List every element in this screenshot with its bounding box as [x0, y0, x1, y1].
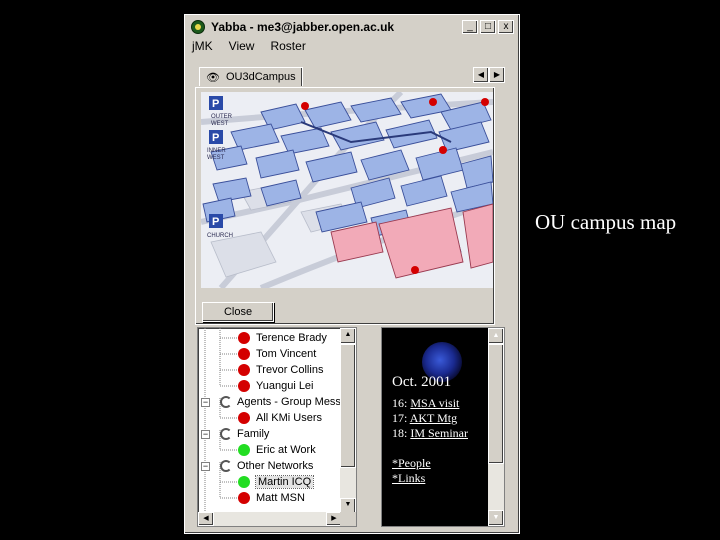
event-link-akt-mtg[interactable]: AKT Mtg: [410, 411, 457, 425]
map-label-outer: OUTER: [211, 114, 233, 120]
contact-name: Terence Brady: [256, 332, 327, 344]
minimize-button[interactable]: _: [462, 20, 478, 34]
map-parking-1: P: [212, 98, 219, 110]
news-scroll-thumb[interactable]: [488, 344, 504, 464]
yabba-window: Yabba - me3@jabber.open.ac.uk _ □ x jMK …: [184, 14, 520, 534]
eye-icon: 👁︎: [206, 71, 220, 84]
group-name: Agents - Group Messeng: [237, 396, 357, 408]
news-panel: Oct. 2001 16: MSA visit 17: AKT Mtg 18: …: [381, 327, 505, 527]
collapse-icon[interactable]: −: [201, 461, 210, 471]
roster-group[interactable]: − Family: [201, 426, 269, 442]
yabba-app-icon: [191, 20, 205, 34]
close-window-button[interactable]: x: [498, 20, 514, 34]
group-icon: [220, 396, 232, 408]
roster-contact[interactable]: Yuangui Lei: [238, 378, 314, 394]
roster-list: Terence Brady Tom Vincent Trevor Collins…: [198, 328, 357, 514]
group-name: Family: [237, 428, 270, 440]
links-link[interactable]: *Links: [392, 471, 425, 486]
group-icon: [220, 460, 232, 472]
offline-status-icon: [238, 492, 250, 504]
roster-scroll-thumb[interactable]: [340, 344, 356, 468]
map-parking-3: P: [212, 216, 219, 228]
scroll-up-button[interactable]: ▲: [340, 328, 356, 344]
roster-horizontal-scrollbar[interactable]: ◀ ▶: [198, 512, 342, 526]
window-title: Yabba - me3@jabber.open.ac.uk: [211, 20, 395, 34]
title-bar[interactable]: Yabba - me3@jabber.open.ac.uk _ □ x: [187, 17, 517, 37]
contact-name: Martin ICQ: [254, 475, 315, 489]
close-button[interactable]: Close: [202, 302, 274, 322]
contact-name: Tom Vincent: [256, 348, 317, 360]
event-day: 17:: [392, 411, 408, 425]
tab-scroll-left-button[interactable]: ◀: [473, 67, 489, 83]
news-title: Oct. 2001: [392, 374, 452, 390]
news-event: 16: MSA visit: [392, 396, 459, 411]
map-label-west-2: WEST: [207, 155, 225, 161]
offline-status-icon: [238, 380, 250, 392]
campus-map-drawing: P P P OUTER WEST INNER WEST CHURCH: [201, 92, 493, 288]
offline-status-icon: [238, 332, 250, 344]
scrollbar-corner: [340, 512, 356, 526]
online-status-icon: [238, 444, 250, 456]
event-day: 18:: [392, 426, 408, 440]
roster-contact[interactable]: Matt MSN: [238, 490, 305, 506]
map-label-inner: INNER: [207, 148, 226, 154]
contact-name: Eric at Work: [256, 444, 316, 456]
scroll-left-button[interactable]: ◀: [198, 512, 214, 526]
menu-bar: jMK View Roster: [189, 39, 309, 57]
offline-status-icon: [238, 412, 250, 424]
collapse-icon[interactable]: −: [201, 429, 210, 439]
map-parking-2: P: [212, 132, 219, 144]
collapse-icon[interactable]: −: [201, 397, 210, 407]
menu-view[interactable]: View: [226, 39, 258, 57]
news-event: 18: IM Seminar: [392, 426, 468, 441]
event-link-im-seminar[interactable]: IM Seminar: [410, 426, 468, 440]
roster-vertical-scrollbar[interactable]: ▲ ▼: [340, 328, 356, 514]
offline-status-icon: [238, 364, 250, 376]
offline-status-icon: [238, 348, 250, 360]
contact-name: Matt MSN: [256, 492, 305, 504]
tab-panel: P P P OUTER WEST INNER WEST CHURCH Close: [195, 87, 495, 325]
tab-label: OU3dCampus: [225, 71, 296, 83]
tab-scroll-right-button[interactable]: ▶: [489, 67, 505, 83]
scroll-down-button[interactable]: ▼: [488, 510, 504, 526]
event-link-msa-visit[interactable]: MSA visit: [410, 396, 459, 410]
online-status-icon: [238, 476, 250, 488]
map-label-west-1: WEST: [211, 121, 229, 127]
contact-name: Trevor Collins: [256, 364, 324, 376]
event-day: 16:: [392, 396, 408, 410]
roster-contact[interactable]: Trevor Collins: [238, 362, 323, 378]
roster-tree: Terence Brady Tom Vincent Trevor Collins…: [197, 327, 357, 527]
group-icon: [220, 428, 232, 440]
contact-name: All KMi Users: [256, 412, 323, 424]
roster-contact-selected[interactable]: Martin ICQ: [238, 474, 315, 490]
news-vertical-scrollbar[interactable]: ▲ ▼: [488, 328, 504, 526]
maximize-button[interactable]: □: [480, 20, 496, 34]
scroll-up-button[interactable]: ▲: [488, 328, 504, 344]
roster-contact[interactable]: Tom Vincent: [238, 346, 316, 362]
roster-group[interactable]: − Other Networks: [201, 458, 313, 474]
campus-map[interactable]: P P P OUTER WEST INNER WEST CHURCH: [201, 92, 493, 288]
news-event: 17: AKT Mtg: [392, 411, 457, 426]
slide-caption: OU campus map: [535, 210, 677, 234]
menu-roster[interactable]: Roster: [267, 39, 308, 57]
map-label-church: CHURCH: [207, 233, 233, 239]
menu-jmk[interactable]: jMK: [189, 39, 216, 57]
contact-name: Yuangui Lei: [256, 380, 314, 392]
tab-bar: 👁︎ OU3dCampus ◀ ▶: [195, 65, 509, 87]
roster-contact[interactable]: All KMi Users: [238, 410, 322, 426]
roster-contact[interactable]: Terence Brady: [238, 330, 327, 346]
group-name: Other Networks: [237, 460, 314, 472]
people-link[interactable]: *People: [392, 456, 431, 471]
roster-contact[interactable]: Eric at Work: [238, 442, 316, 458]
roster-group[interactable]: − Agents - Group Messeng: [201, 394, 357, 410]
tab-ou3dcampus[interactable]: 👁︎ OU3dCampus: [199, 67, 303, 86]
